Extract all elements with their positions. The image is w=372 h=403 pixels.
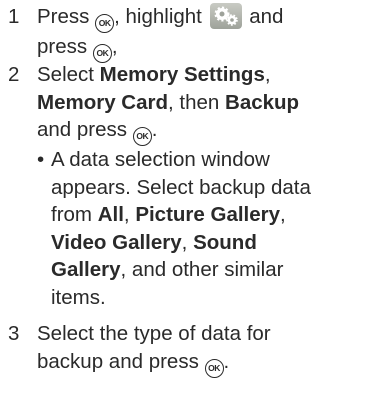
step-2-text: Select Memory Settings, Memory Card, the…: [37, 61, 370, 146]
note-text-segment: , and other similar: [120, 258, 284, 281]
note-line-3: from All, Picture Gallery,: [51, 201, 371, 229]
step-text: Select: [37, 63, 100, 86]
note-line-6: items.: [51, 285, 106, 309]
step-text: Press: [37, 5, 96, 28]
step-3-text: Select the type of data for backup and p…: [37, 320, 370, 378]
note-text-segment: ,: [181, 230, 194, 254]
step-2-line-3: and press OK.: [37, 116, 370, 146]
option-video-gallery: Video Gallery: [51, 230, 182, 254]
step-1-text: Press OK, highlight and press OK,: [37, 3, 370, 63]
step-2-line-2: Memory Card, then Backup: [37, 89, 370, 117]
step-text: , then: [168, 90, 226, 114]
note-line-4: Video Gallery, Sound: [51, 229, 371, 257]
step-text: .: [151, 118, 158, 141]
note-line-2: appears. Select backup data: [51, 175, 311, 199]
step-text: and: [243, 5, 284, 28]
note-line-5: Gallery, and other similar: [51, 256, 371, 284]
step-text: .: [223, 349, 230, 373]
option-sound-gallery: Sound: [193, 230, 257, 254]
step-number: 1: [8, 5, 20, 28]
note-text-segment: ,: [280, 203, 286, 226]
note-text-segment: ,: [123, 203, 136, 226]
settings-gears-icon: [209, 3, 242, 29]
option-picture-gallery: Picture Gallery: [135, 203, 281, 226]
ok-button-icon: OK: [204, 358, 224, 378]
note-line-1: A data selection window: [51, 148, 270, 171]
option-sound-gallery-cont: Gallery: [51, 258, 121, 281]
step-text: and press: [37, 118, 133, 141]
bullet-marker: •: [37, 148, 45, 171]
menu-path-memory-settings: Memory Settings: [99, 63, 265, 86]
ok-button-icon: OK: [95, 14, 115, 33]
step-text: ,: [111, 35, 118, 58]
step-text: ,: [264, 63, 271, 86]
menu-path-memory-card: Memory Card: [37, 90, 169, 114]
step-number: 2: [8, 63, 20, 86]
note-text: A data selection window appears. Select …: [51, 146, 371, 311]
step-1-line-2: press OK,: [37, 33, 370, 63]
step-1-line-1: Press OK, highlight and: [37, 3, 370, 33]
option-all: All: [97, 203, 124, 226]
note-text-segment: from: [51, 203, 98, 226]
instruction-page: 1 Press OK, highlight and press OK, 2 Se…: [0, 0, 372, 403]
ok-button-icon: OK: [132, 127, 152, 146]
step-3-line-2: backup and press OK.: [37, 348, 370, 378]
step-text: , highlight: [114, 5, 208, 28]
menu-path-backup: Backup: [225, 90, 300, 114]
step-text: press: [37, 35, 93, 58]
step-text: backup and press: [37, 349, 205, 373]
step-number: 3: [8, 322, 20, 345]
step-2-line-1: Select Memory Settings,: [37, 61, 370, 89]
step-3-line-1: Select the type of data for: [37, 322, 271, 345]
